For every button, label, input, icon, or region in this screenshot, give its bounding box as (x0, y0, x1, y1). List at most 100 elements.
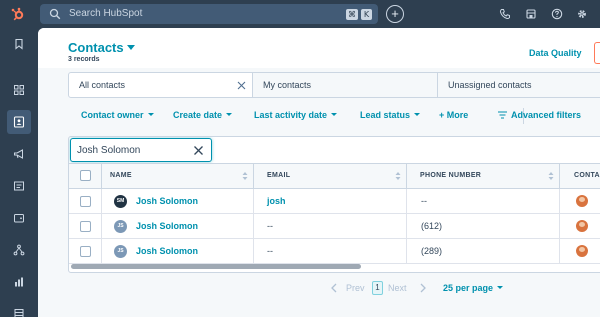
settings-gear-icon[interactable] (576, 8, 588, 20)
content-nav-item[interactable] (7, 174, 31, 198)
table-row[interactable]: SM Josh Solomon josh -- (69, 189, 600, 214)
bookmarks-nav-item[interactable] (7, 32, 31, 56)
contacts-icon (13, 116, 25, 128)
pagination: Prev 1 Next 25 per page (330, 280, 530, 296)
column-divider (101, 164, 102, 188)
title-dropdown-caret-icon[interactable] (127, 45, 135, 50)
advanced-filters-button[interactable]: Advanced filters (498, 110, 581, 120)
per-page-dropdown[interactable]: 25 per page (443, 283, 504, 293)
contact-email: -- (267, 221, 273, 231)
close-icon[interactable] (237, 81, 246, 90)
chevron-left-icon[interactable] (330, 283, 338, 293)
column-divider (406, 239, 407, 263)
column-divider (559, 214, 560, 238)
phone-icon[interactable] (499, 8, 511, 20)
clear-search-icon[interactable] (193, 145, 204, 156)
per-page-label: 25 per page (443, 283, 494, 293)
chevron-down-icon (147, 113, 154, 116)
megaphone-icon (14, 149, 23, 159)
commerce-nav-item[interactable] (7, 206, 31, 230)
column-header-contact-owner[interactable]: CONTA (574, 164, 600, 188)
column-header-name[interactable]: NAME (110, 164, 132, 188)
horizontal-scrollbar[interactable] (71, 264, 361, 269)
contact-name-link[interactable]: Josh Solomon (136, 214, 198, 238)
main-content: Contacts 3 records Data Quality All cont… (38, 28, 600, 317)
wallet-icon (14, 214, 24, 223)
filter-label: Create date (173, 110, 223, 120)
crm-contacts-nav-item[interactable] (7, 110, 31, 134)
hubspot-logo-icon[interactable] (10, 6, 26, 22)
contact-email-link[interactable]: josh (267, 189, 286, 213)
data-quality-link[interactable]: Data Quality (529, 48, 582, 58)
sort-icon[interactable] (548, 171, 554, 181)
header-actions-button[interactable] (594, 42, 600, 64)
chevron-down-icon (497, 286, 504, 289)
bookmark-icon (15, 38, 23, 50)
left-navigation-rail (0, 28, 38, 317)
shortcut-k-key: K (361, 9, 372, 20)
row-checkbox[interactable] (80, 221, 91, 232)
owner-avatar (576, 245, 588, 257)
contact-name-link[interactable]: Josh Solomon (136, 239, 198, 263)
search-placeholder: Search HubSpot (69, 8, 143, 19)
chevron-down-icon (414, 113, 421, 116)
tab-all-contacts[interactable]: All contacts (68, 72, 253, 98)
current-page[interactable]: 1 (372, 281, 383, 295)
quick-create-button[interactable]: + (386, 5, 404, 23)
filter-label: Lead status (360, 110, 411, 120)
contact-phone: (289) (421, 246, 443, 256)
column-header-phone-number[interactable]: PHONE NUMBER (420, 164, 481, 188)
page-header: Contacts 3 records Data Quality (38, 28, 600, 68)
page-title[interactable]: Contacts (68, 40, 124, 55)
filter-label: Contact owner (81, 110, 144, 120)
filter-contact-owner[interactable]: Contact owner (81, 110, 154, 120)
data-management-nav-item[interactable] (7, 302, 31, 317)
global-search-input[interactable]: Search HubSpot ⌘ K (40, 4, 378, 24)
column-header-email[interactable]: EMAIL (267, 164, 290, 188)
prev-page-button[interactable]: Prev (346, 283, 365, 293)
select-all-checkbox[interactable] (80, 170, 91, 181)
row-checkbox[interactable] (80, 246, 91, 257)
chevron-right-icon[interactable] (419, 283, 427, 293)
tab-my-contacts[interactable]: My contacts (252, 72, 438, 98)
automation-nav-item[interactable] (7, 238, 31, 262)
database-icon (14, 309, 24, 317)
table-header: NAME EMAIL PHONE NUMBER CONTA (69, 163, 600, 189)
chevron-down-icon (226, 113, 233, 116)
next-page-button[interactable]: Next (388, 283, 407, 293)
marketing-nav-item[interactable] (7, 142, 31, 166)
sort-icon[interactable] (395, 171, 401, 181)
view-tabs: All contacts My contacts Unassigned cont… (68, 72, 600, 98)
filter-last-activity-date[interactable]: Last activity date (254, 110, 338, 120)
contact-phone: (612) (421, 221, 443, 231)
search-value: Josh Solomon (77, 145, 141, 156)
table-row[interactable]: JS Josh Solomon -- (289) (69, 239, 600, 264)
column-divider (559, 164, 560, 188)
column-divider (253, 239, 254, 263)
filter-label: Last activity date (254, 110, 328, 120)
column-divider (559, 189, 560, 213)
filter-bar: Contact owner Create date Last activity … (68, 106, 600, 126)
column-divider (253, 164, 254, 188)
more-filters-button[interactable]: + More (439, 110, 468, 120)
filter-create-date[interactable]: Create date (173, 110, 233, 120)
help-icon[interactable] (551, 8, 563, 20)
reporting-nav-item[interactable] (7, 270, 31, 294)
grid-icon (14, 85, 24, 95)
contact-name-link[interactable]: Josh Solomon (136, 189, 198, 213)
owner-avatar (576, 220, 588, 232)
column-divider (253, 189, 254, 213)
row-checkbox[interactable] (80, 196, 91, 207)
avatar: JS (114, 245, 127, 258)
tab-label: My contacts (263, 80, 312, 90)
marketplace-icon[interactable] (525, 8, 537, 20)
search-icon (49, 8, 61, 20)
filter-lead-status[interactable]: Lead status (360, 110, 421, 120)
table-search-input[interactable]: Josh Solomon (70, 138, 212, 162)
avatar: JS (114, 220, 127, 233)
sort-icon[interactable] (242, 171, 248, 181)
workspaces-nav-item[interactable] (7, 78, 31, 102)
table-row[interactable]: JS Josh Solomon -- (612) (69, 214, 600, 239)
tab-unassigned-contacts[interactable]: Unassigned contacts (437, 72, 600, 98)
column-divider (406, 189, 407, 213)
